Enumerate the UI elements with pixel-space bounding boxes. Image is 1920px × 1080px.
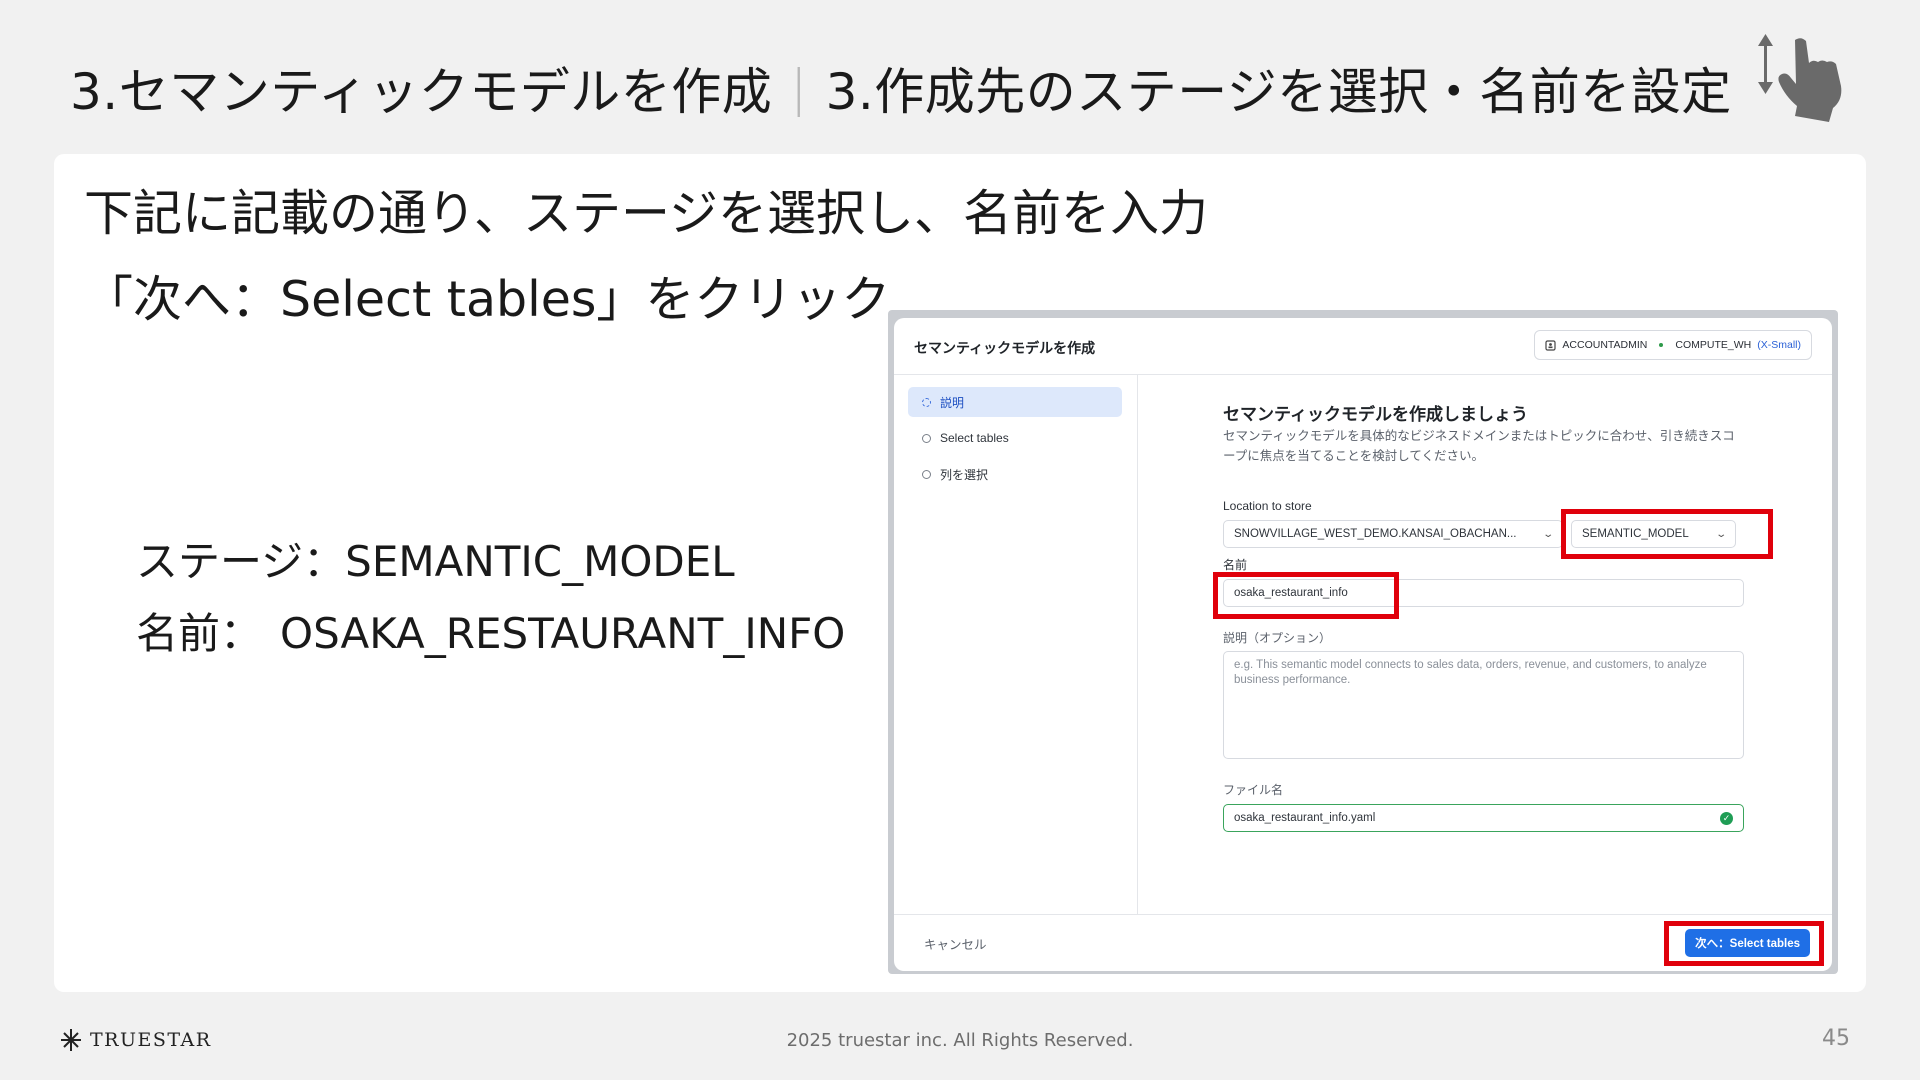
dialog-footer: キャンセル 次へ：Select tables <box>894 914 1832 971</box>
main-heading: セマンティックモデルを作成しましょう <box>1223 405 1528 424</box>
create-semantic-model-dialog: セマンティックモデルを作成 ACCOUNTADMIN COMPUTE_WH (X… <box>894 318 1832 971</box>
location-value: SNOWVILLAGE_WEST_DEMO.KANSAI_OBACHAN... <box>1234 528 1517 540</box>
step-label: 説明 <box>940 395 965 410</box>
steps-sidebar: 説明 Select tables 列を選択 <box>894 375 1138 915</box>
description-textarea[interactable]: e.g. This semantic model connects to sal… <box>1223 651 1744 759</box>
slide-title: 3.セマンティックモデルを作成 | 3.作成先のステージを選択・名前を設定 <box>70 52 1732 124</box>
role-warehouse-selector[interactable]: ACCOUNTADMIN COMPUTE_WH (X-Small) <box>1534 330 1812 360</box>
step-select-tables[interactable]: Select tables <box>908 423 1122 453</box>
filename-label: ファイル名 <box>1223 783 1284 797</box>
step-circle-icon <box>922 433 931 443</box>
name-setting-label: 名前： <box>136 609 263 658</box>
scroll-hand-icon <box>1758 34 1842 122</box>
location-database-select[interactable]: SNOWVILLAGE_WEST_DEMO.KANSAI_OBACHAN... … <box>1223 520 1563 548</box>
filename-value: osaka_restaurant_info.yaml <box>1234 812 1376 824</box>
role-icon <box>1545 339 1557 351</box>
name-highlight-box <box>1213 572 1399 619</box>
dialog-main: セマンティックモデルを作成しましょう セマンティックモデルを具体的なビジネスドメ… <box>1138 375 1832 915</box>
status-dot <box>1659 343 1664 347</box>
dialog-title: セマンティックモデルを作成 <box>914 340 1096 356</box>
step-label: 列を選択 <box>940 467 989 482</box>
page-number: 45 <box>1822 1026 1850 1051</box>
chevron-down-icon: ⌄ <box>1541 528 1554 540</box>
step-select-columns[interactable]: 列を選択 <box>908 459 1122 489</box>
main-description: セマンティックモデルを具体的なビジネスドメインまたはトピックに合わせ、引き続きス… <box>1223 429 1735 463</box>
instruction-text: 下記に記載の通り、ステージを選択し、名前を入力 <box>84 185 1209 242</box>
name-setting-text: 名前： OSAKA_RESTAURANT_INFO <box>136 600 845 661</box>
next-button-highlight-box <box>1664 921 1824 966</box>
stage-highlight-box <box>1561 509 1773 559</box>
stage-setting-text: ステージ：SEMANTIC_MODEL <box>136 537 735 586</box>
content-card: 下記に記載の通り、ステージを選択し、名前を入力 「次へ：Select table… <box>54 154 1866 992</box>
warehouse-size: (X-Small) <box>1757 339 1801 351</box>
description-label: 説明（オプション） <box>1223 631 1332 645</box>
dialog-header: セマンティックモデルを作成 ACCOUNTADMIN COMPUTE_WH (X… <box>894 318 1832 375</box>
name-setting-value: OSAKA_RESTAURANT_INFO <box>280 609 846 658</box>
cancel-button[interactable]: キャンセル <box>924 934 987 953</box>
copyright-text: 2025 truestar inc. All Rights Reserved. <box>786 1030 1134 1051</box>
click-instruction-text: 「次へ：Select tables」をクリック <box>84 271 891 328</box>
step-label: Select tables <box>940 431 1009 445</box>
step-progress-icon <box>922 397 931 407</box>
title-separator: | <box>790 59 808 117</box>
slide-title-step: 3.作成先のステージを選択・名前を設定 <box>825 63 1732 121</box>
filename-input[interactable]: osaka_restaurant_info.yaml ✓ <box>1223 804 1744 832</box>
warehouse-name: COMPUTE_WH <box>1675 339 1752 351</box>
embedded-screenshot: セマンティックモデルを作成 ACCOUNTADMIN COMPUTE_WH (X… <box>888 310 1838 974</box>
slide-title-section: 3.セマンティックモデルを作成 <box>70 63 773 121</box>
step-circle-icon <box>922 469 931 479</box>
location-label: Location to store <box>1223 499 1312 513</box>
name-label: 名前 <box>1223 558 1248 572</box>
step-description[interactable]: 説明 <box>908 387 1122 417</box>
role-name: ACCOUNTADMIN <box>1562 339 1648 351</box>
valid-check-icon: ✓ <box>1720 811 1733 825</box>
